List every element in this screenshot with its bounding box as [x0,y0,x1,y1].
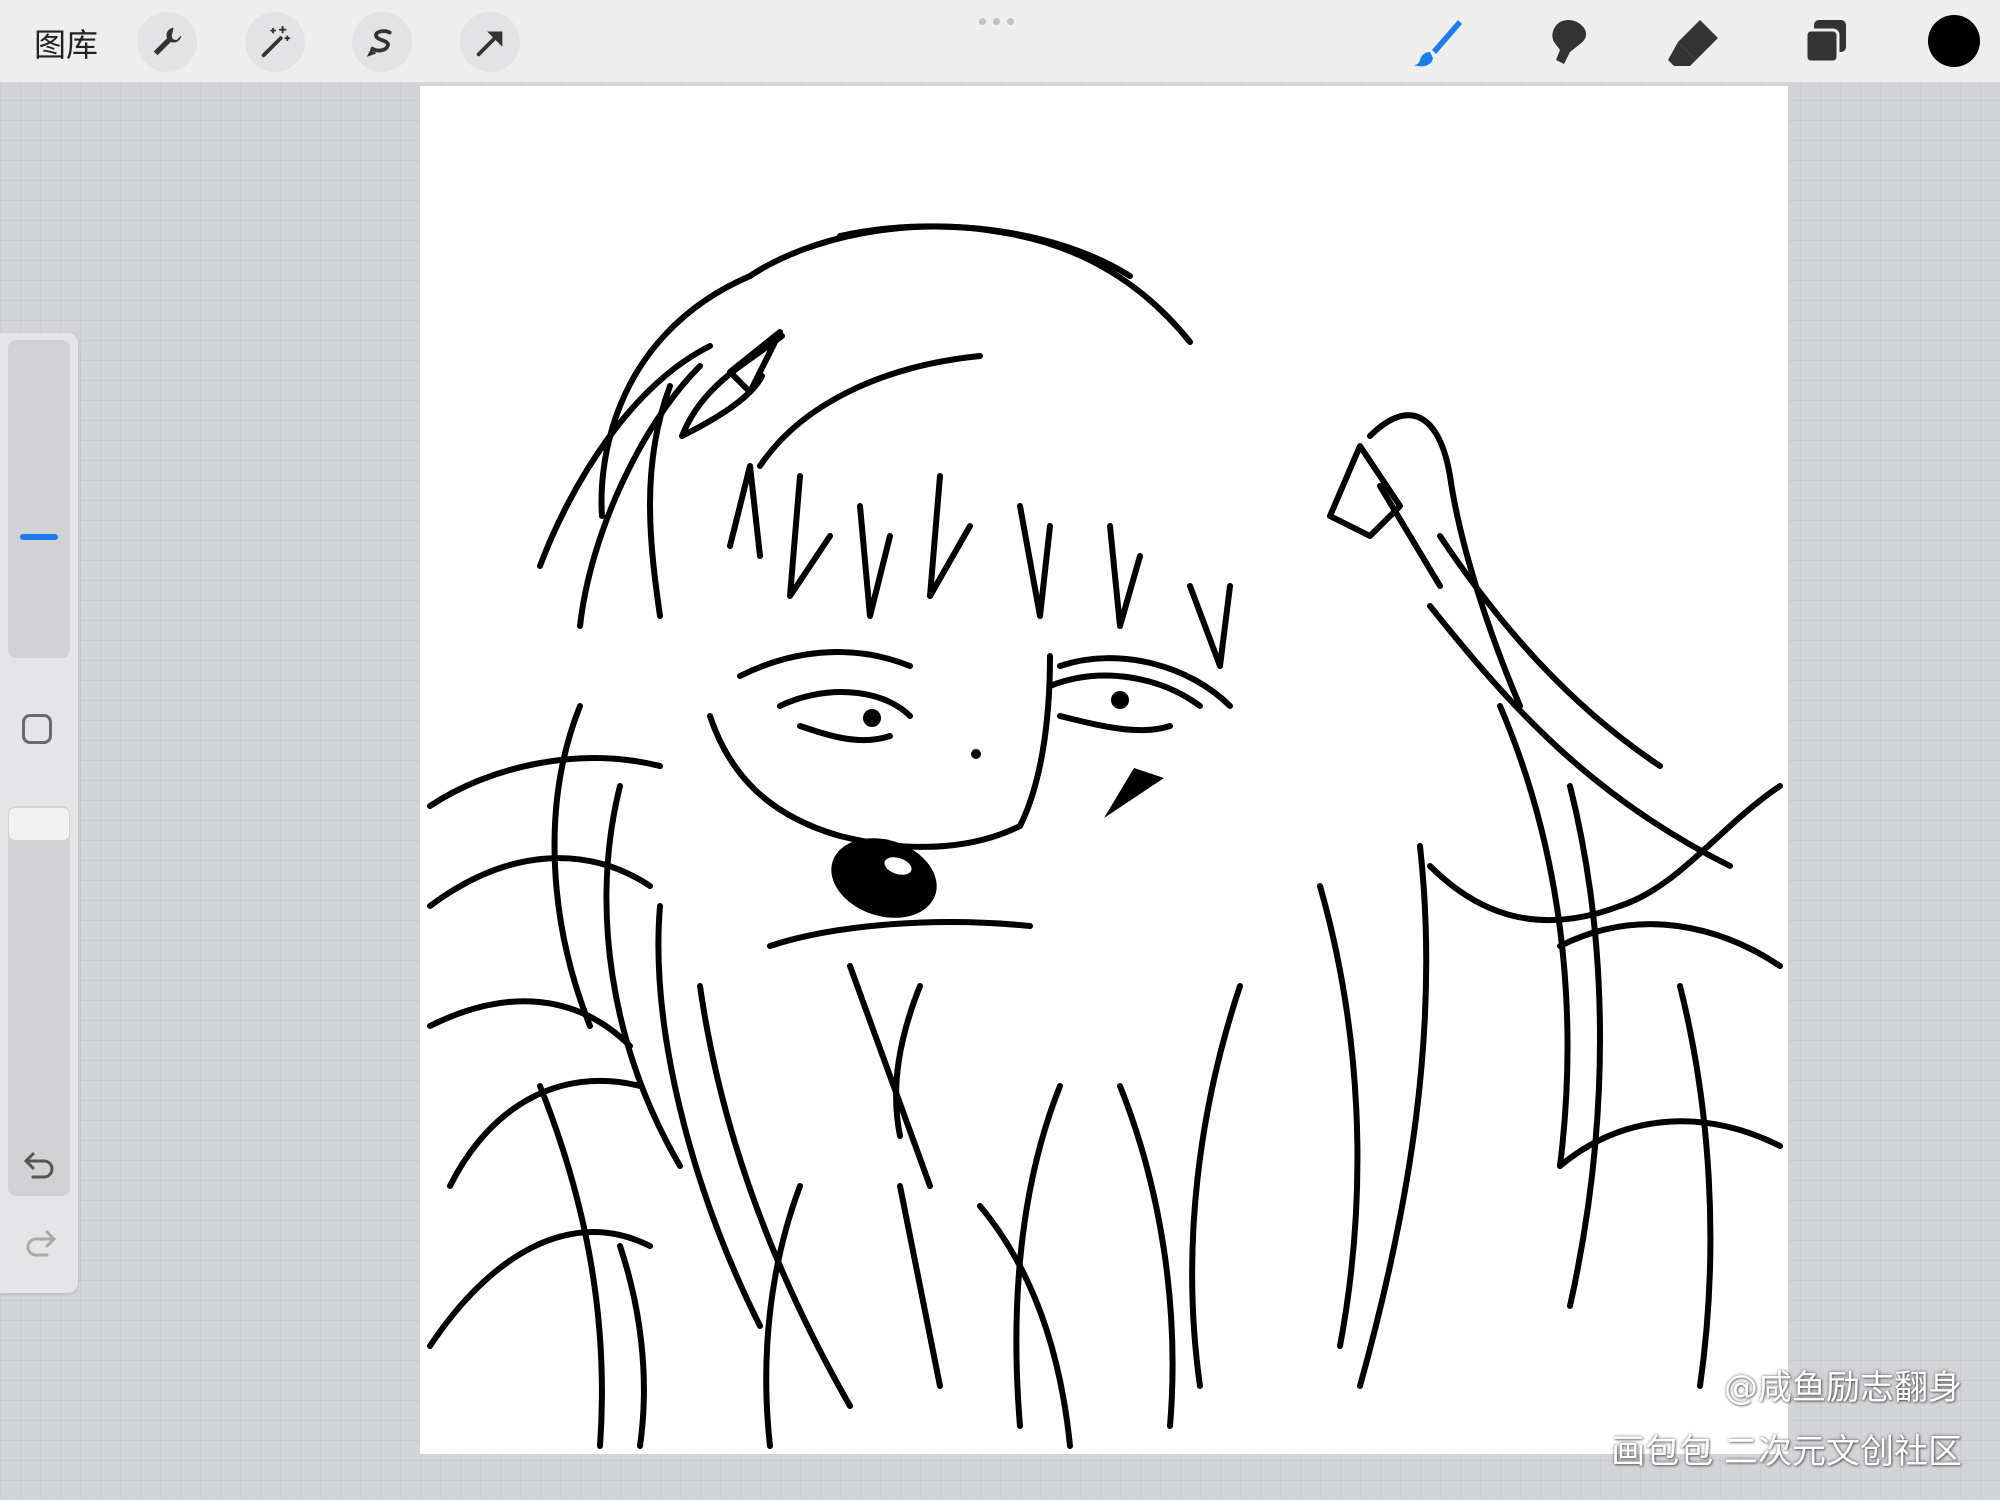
eraser-icon [1668,20,1718,66]
transform-arrow-icon [476,31,503,57]
drawing-canvas[interactable] [420,86,1788,1454]
redo-button[interactable] [20,1225,60,1261]
left-sidebar [0,333,78,1293]
magic-wand-icon [261,25,291,58]
eraser-tool-button[interactable] [1664,12,1724,72]
layers-button[interactable] [1796,12,1856,72]
redo-icon [26,1230,57,1257]
transform-button[interactable] [460,12,520,72]
watermark-author: @咸鱼励志翻身 [1724,1368,1962,1408]
layers-icon [1804,20,1846,64]
actions-wrench-button[interactable] [137,12,197,72]
selection-button[interactable] [352,12,412,72]
undo-button[interactable] [20,1147,60,1183]
brush-icon [1414,20,1462,67]
cheek-triangle-mark [1104,768,1164,818]
gallery-button[interactable]: 图库 [34,20,98,66]
brush-size-indicator[interactable] [20,534,58,540]
brush-size-slider[interactable] [8,340,70,658]
opacity-slider-thumb[interactable] [9,808,69,840]
line-art-illustration [427,223,1783,1449]
brush-tool-button[interactable] [1408,12,1468,72]
watermark-site: 画包包 二次元文创社区 [1611,1432,1962,1472]
adjustments-button[interactable] [245,12,305,72]
wrench-icon [153,27,182,56]
modify-square-icon[interactable] [22,714,52,744]
color-picker-button[interactable] [1928,15,1980,67]
smudge-tool-button[interactable] [1536,12,1596,72]
top-toolbar: 图库 [0,0,2000,83]
opacity-slider[interactable] [8,806,70,1196]
open-mouth [831,838,937,918]
toolbar-grip-handle[interactable] [979,18,1014,25]
undo-icon [23,1152,54,1179]
selection-icon [366,29,392,57]
smudge-icon [1552,20,1587,64]
